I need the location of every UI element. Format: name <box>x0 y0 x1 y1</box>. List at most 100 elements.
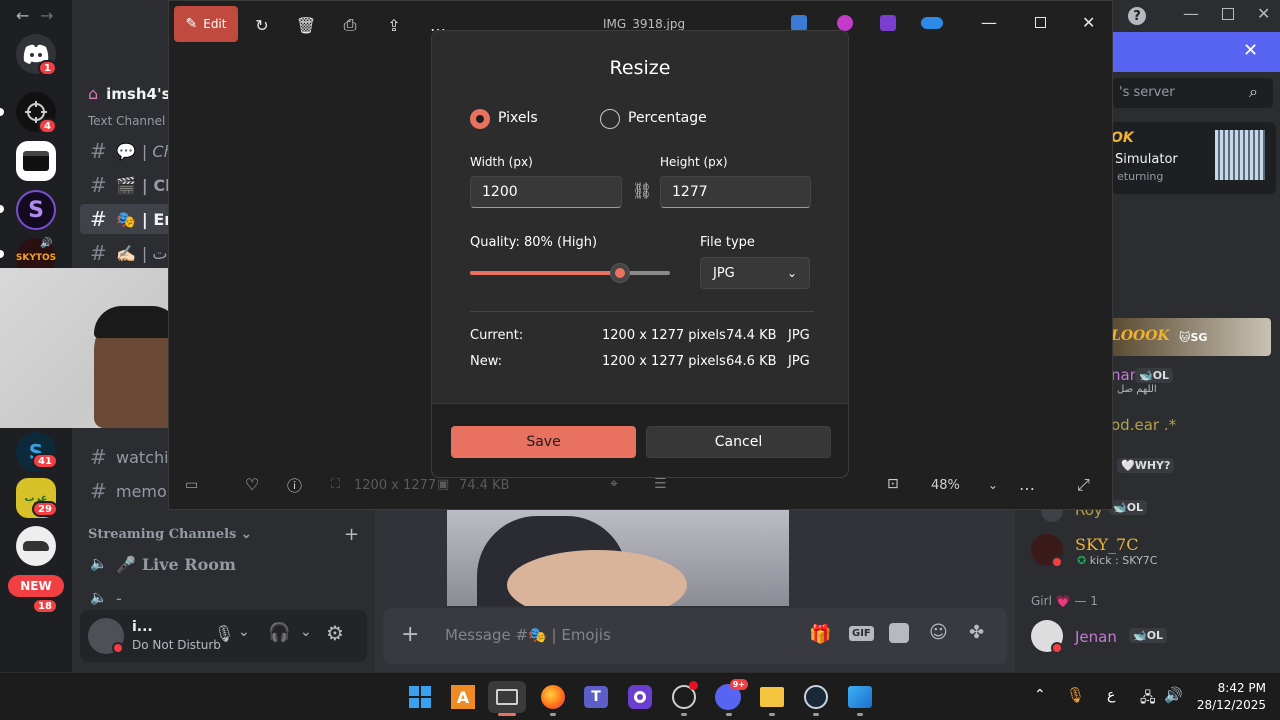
search-input[interactable]: 's server ⌕ <box>1113 78 1273 108</box>
radio-pixels-label[interactable]: Pixels <box>498 110 538 126</box>
share-icon[interactable]: ⇪ <box>380 13 408 37</box>
visual-search-icon[interactable]: ⌖ <box>610 476 618 492</box>
file-explorer-icon[interactable] <box>756 681 788 713</box>
promo-card[interactable]: OK Simulator eturning <box>1111 122 1276 194</box>
save-button[interactable]: Save <box>451 426 636 458</box>
channel-emoji: 🎭 <box>116 209 136 229</box>
clock-time[interactable]: 8:42 PM <box>1196 681 1266 695</box>
emoji-icon[interactable]: ☺ <box>929 622 948 643</box>
add-channel-icon[interactable]: + <box>344 524 359 545</box>
voice-live-room[interactable]: 🔈 🎤 Live Room <box>80 549 367 579</box>
rotate-icon[interactable]: ↻ <box>248 13 276 37</box>
speaker-icon: 🔈 <box>90 590 108 606</box>
chat-image-attachment[interactable] <box>447 510 789 606</box>
forward-arrow-icon[interactable]: → <box>40 6 53 25</box>
channel-label: Live Room <box>141 554 236 574</box>
minimize-icon[interactable]: — <box>981 13 997 32</box>
width-input[interactable]: 1200 <box>470 176 622 208</box>
delete-icon[interactable]: 🗑 <box>292 13 320 37</box>
minimize-icon[interactable]: — <box>1183 4 1199 23</box>
member-banner[interactable]: LOOOK 🐱 SG <box>1111 318 1271 356</box>
edit-button[interactable]: ✎ Edit <box>174 6 238 42</box>
tag-label: WHY? <box>1134 459 1171 472</box>
server-header[interactable]: ⌂ imsh4's <box>88 84 171 103</box>
category-streaming[interactable]: Streaming Channels ⌄ <box>88 527 252 542</box>
info-icon[interactable]: ⓘ <box>287 475 302 496</box>
app-a-icon[interactable]: A <box>447 681 479 713</box>
maximize-icon[interactable] <box>1035 17 1046 28</box>
radio-percentage[interactable] <box>600 109 620 129</box>
maximize-icon[interactable] <box>1222 8 1234 20</box>
current-size: 74.4 KB <box>726 328 777 343</box>
quality-slider[interactable] <box>470 263 670 283</box>
promo-line2: eturning <box>1117 170 1164 183</box>
gear-icon[interactable]: ⚙ <box>326 621 344 645</box>
quality-slider-thumb[interactable] <box>610 263 631 283</box>
link-aspect-icon[interactable]: ⛓ <box>632 181 652 200</box>
start-icon[interactable] <box>404 681 436 713</box>
member-name[interactable]: od.ear .* <box>1111 416 1176 434</box>
fit-view-icon[interactable]: ⊡ <box>887 476 899 492</box>
volume-icon[interactable]: 🔊 <box>1164 686 1183 704</box>
radio-pixels[interactable] <box>470 109 490 129</box>
chevron-down-icon[interactable]: ⌄ <box>238 624 250 640</box>
headphones-icon[interactable]: 🎧 <box>268 622 290 643</box>
app-icon-1[interactable] <box>791 15 807 31</box>
radio-percentage-label[interactable]: Percentage <box>628 110 707 126</box>
message-input[interactable]: Message #🎭 | Emojis <box>445 626 611 644</box>
close-icon[interactable]: ✕ <box>1257 4 1270 23</box>
photos-icon[interactable] <box>844 681 876 713</box>
sticker-icon[interactable] <box>889 623 909 643</box>
quality-slider-fill <box>470 271 621 275</box>
filmstrip-icon[interactable]: ▭ <box>185 477 198 493</box>
member-name[interactable]: Jenan <box>1075 628 1117 646</box>
text-scan-icon[interactable]: ☰ <box>654 476 667 492</box>
app-record-icon[interactable] <box>668 681 700 713</box>
server-icon-s[interactable]: S <box>16 190 56 230</box>
add-attachment-icon[interactable]: + <box>401 622 419 647</box>
gif-icon[interactable]: GIF <box>849 626 874 641</box>
active-indicator <box>498 713 516 716</box>
cancel-button[interactable]: Cancel <box>646 426 831 458</box>
clock-date[interactable]: 28/12/2025 <box>1188 698 1266 712</box>
chevron-down-icon[interactable]: ⌄ <box>300 624 312 640</box>
zoom-value: 48% <box>931 477 960 493</box>
tag-icon: 🐋 <box>1113 501 1127 514</box>
new-unreads-pill[interactable]: NEW <box>8 575 64 597</box>
height-input[interactable]: 1277 <box>660 176 811 208</box>
clan-tag: 🐋 OL <box>1129 628 1168 643</box>
filetype-select[interactable]: JPG ⌄ <box>700 257 810 289</box>
mic-tray-icon[interactable]: 🎙 <box>1066 686 1085 704</box>
app-icon-3[interactable] <box>880 15 896 31</box>
network-icon[interactable]: 🖧 <box>1140 687 1156 711</box>
server-icon-pot[interactable] <box>16 141 56 181</box>
print-icon[interactable]: ⎙ <box>336 13 364 37</box>
steam-icon[interactable] <box>800 681 832 713</box>
fullscreen-icon[interactable]: ⤢ <box>1077 475 1090 495</box>
zoom-select[interactable]: 48% ⌄ <box>921 470 1003 500</box>
firefox-icon[interactable] <box>537 681 569 713</box>
app-icon-2[interactable] <box>837 15 853 31</box>
category-label: Streaming Channels <box>88 527 237 542</box>
chevron-up-icon[interactable]: ⌃ <box>1034 687 1046 703</box>
voice-channel-dash[interactable]: 🔈 - <box>80 583 367 613</box>
more-icon[interactable]: … <box>1019 475 1035 494</box>
discord-taskbar-icon[interactable]: 9+ <box>712 679 748 713</box>
back-arrow-icon[interactable]: ← <box>16 6 29 25</box>
heart-icon[interactable]: ♡ <box>245 475 259 494</box>
dialog-footer: Save Cancel <box>432 403 848 477</box>
close-icon[interactable]: ✕ <box>1082 13 1095 32</box>
mic-icon[interactable]: 🎙 <box>214 624 234 643</box>
apps-icon[interactable]: ✤ <box>969 622 984 643</box>
app-ring-icon[interactable] <box>624 681 656 713</box>
obs-window-icon[interactable] <box>488 681 526 713</box>
close-icon[interactable]: ✕ <box>1243 40 1258 61</box>
category-text-channels[interactable]: Text Channel <box>88 114 165 128</box>
help-icon[interactable]: ? <box>1128 7 1146 25</box>
language-indicator[interactable]: ع <box>1107 687 1115 703</box>
teams-icon[interactable]: T <box>580 681 612 713</box>
member-name[interactable]: SKY_7C <box>1075 535 1138 554</box>
gift-icon[interactable]: 🎁 <box>809 624 831 645</box>
server-icon-car[interactable] <box>16 526 56 566</box>
onedrive-icon[interactable] <box>921 17 943 29</box>
